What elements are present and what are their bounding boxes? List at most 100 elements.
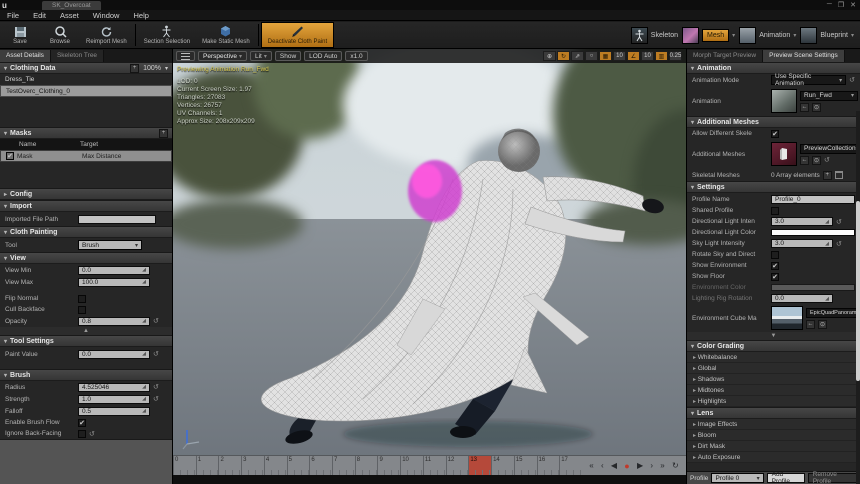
- reset-icon[interactable]: ↺: [153, 317, 159, 325]
- timeline-tick[interactable]: 5: [286, 456, 310, 475]
- show-environment-checkbox[interactable]: [771, 261, 779, 270]
- lens-row[interactable]: Bloom: [687, 430, 860, 441]
- transport-button[interactable]: ▶: [637, 461, 643, 471]
- browse-to-asset-icon[interactable]: ⊙: [812, 155, 821, 165]
- transport-button[interactable]: ◀: [611, 461, 617, 471]
- viewport-options-button[interactable]: [176, 51, 195, 61]
- timeline-tick[interactable]: 1: [195, 456, 219, 475]
- settings-section-header[interactable]: Settings: [687, 181, 860, 193]
- tab-asset-details[interactable]: Asset Details: [0, 50, 51, 62]
- browse-button[interactable]: Browse: [40, 22, 80, 48]
- menu-item[interactable]: Help: [126, 11, 155, 20]
- config-header[interactable]: Config: [0, 188, 172, 200]
- imported-file-path-field[interactable]: [78, 214, 156, 224]
- tool-dropdown[interactable]: Brush: [78, 240, 142, 250]
- maximize-button[interactable]: ❐: [838, 1, 844, 9]
- asset-nav-mesh[interactable]: Mesh ▾: [682, 27, 735, 44]
- lens-row[interactable]: Dirt Mask: [687, 441, 860, 452]
- perspective-button[interactable]: Perspective ▾: [198, 51, 247, 61]
- additional-meshes-dropdown[interactable]: PreviewCollection: [800, 143, 860, 154]
- menu-item[interactable]: Window: [86, 11, 127, 20]
- asset-nav-skeleton[interactable]: Skeleton: [630, 27, 678, 44]
- chevron-down-icon[interactable]: ▾: [851, 32, 854, 39]
- clothing-item[interactable]: Dress_Tie: [0, 74, 172, 85]
- reset-icon[interactable]: ↺: [824, 156, 830, 164]
- cloth-painting-header[interactable]: Cloth Painting: [0, 226, 172, 238]
- gizmo-button[interactable]: ⊕: [543, 51, 556, 61]
- timeline-tick[interactable]: 7: [332, 456, 355, 475]
- animation-asset-thumb[interactable]: [771, 89, 797, 113]
- timeline-tick[interactable]: 16: [536, 456, 560, 475]
- reset-icon[interactable]: ↺: [836, 240, 842, 248]
- timeline-tick[interactable]: 13: [468, 456, 492, 475]
- add-profile-button[interactable]: Add Profile: [766, 471, 805, 484]
- lod-auto-button[interactable]: LOD Auto: [304, 51, 343, 61]
- show-floor-checkbox[interactable]: [771, 272, 779, 281]
- color-grading-row[interactable]: Global: [687, 363, 860, 374]
- transport-button[interactable]: «: [589, 461, 593, 471]
- color-grading-row[interactable]: Shadows: [687, 374, 860, 385]
- timeline-tick[interactable]: 12: [445, 456, 469, 475]
- settings-expander[interactable]: ▼: [687, 332, 860, 340]
- close-button[interactable]: ✕: [850, 1, 856, 9]
- menu-item[interactable]: Asset: [53, 11, 86, 20]
- timeline-tick[interactable]: 4: [263, 456, 287, 475]
- screen-percentage-button[interactable]: x1.0: [345, 51, 368, 61]
- color-grading-section-header[interactable]: Color Grading: [687, 340, 860, 352]
- transport-button[interactable]: ›: [650, 461, 653, 471]
- timeline-tick[interactable]: 2: [218, 456, 242, 475]
- save-button[interactable]: Save: [0, 22, 40, 48]
- profile-dropdown[interactable]: Profile 0: [711, 473, 764, 483]
- right-panel-scrollbar[interactable]: [856, 111, 860, 484]
- view-expander[interactable]: ▲: [0, 327, 172, 335]
- gizmo-button[interactable]: ↻: [557, 51, 570, 61]
- asset-nav-animation[interactable]: Animation ▾: [739, 27, 796, 44]
- transport-button[interactable]: »: [660, 461, 664, 471]
- add-mask-icon[interactable]: +: [159, 128, 168, 138]
- masks-header[interactable]: Masks +: [0, 127, 172, 139]
- enable-brush-flow-checkbox[interactable]: [78, 418, 86, 427]
- timeline-tick[interactable]: 10: [400, 456, 423, 475]
- environment-cubemap-dropdown[interactable]: EpicQuadPanorama_C: [806, 307, 860, 318]
- browse-to-asset-icon[interactable]: ⊙: [812, 102, 821, 112]
- remove-profile-button[interactable]: Remove Profile: [807, 471, 857, 484]
- transport-button[interactable]: ●: [624, 461, 629, 471]
- view-header[interactable]: View: [0, 252, 172, 264]
- timeline-tick[interactable]: 3: [241, 456, 264, 475]
- reset-icon[interactable]: ↺: [89, 430, 95, 438]
- transport-button[interactable]: ↻: [672, 461, 679, 471]
- timeline-ticks[interactable]: 0 1 2 3 4 5 6 7 8 9 10 11 12 13 14 15 16 17: [173, 456, 582, 475]
- gizmo-button[interactable]: ○: [585, 51, 598, 61]
- allow-different-skeletons-checkbox[interactable]: [771, 129, 779, 138]
- reimport-mesh-button[interactable]: Reimport Mesh: [80, 22, 133, 48]
- tab-skeleton-tree[interactable]: Skeleton Tree: [50, 50, 105, 62]
- add-element-icon[interactable]: +: [822, 170, 832, 180]
- deactivate-cloth-paint-button[interactable]: Deactivate Cloth Paint: [260, 22, 335, 48]
- timeline-tick[interactable]: 15: [513, 456, 537, 475]
- gizmo-button[interactable]: ∠: [627, 51, 640, 61]
- reset-icon[interactable]: ↺: [153, 383, 159, 391]
- lens-row[interactable]: Image Effects: [687, 419, 860, 430]
- color-grading-row[interactable]: Whitebalance: [687, 352, 860, 363]
- flip-normal-checkbox[interactable]: [78, 294, 86, 303]
- lighting-rig-rotation-spinner[interactable]: 0.0: [771, 294, 833, 303]
- directional-light-intensity-spinner[interactable]: 3.0: [771, 217, 833, 226]
- trash-icon[interactable]: [834, 171, 843, 179]
- color-grading-row[interactable]: Midtones: [687, 385, 860, 396]
- ignore-backfacing-checkbox[interactable]: [78, 429, 86, 438]
- lit-mode-button[interactable]: Lit ▾: [249, 51, 272, 61]
- environment-cubemap-thumb[interactable]: [771, 306, 803, 330]
- view-min-spinner[interactable]: 0.0: [78, 265, 150, 275]
- clothing-zoom-value[interactable]: 100%: [143, 65, 161, 72]
- use-selected-icon[interactable]: ←: [806, 319, 815, 329]
- section-selection-button[interactable]: Section Selection: [138, 22, 196, 48]
- radius-spinner[interactable]: 4.525046: [78, 382, 150, 392]
- opacity-spinner[interactable]: 0.8: [78, 316, 150, 326]
- make-static-mesh-button[interactable]: Make Static Mesh: [196, 22, 256, 48]
- timeline-tick[interactable]: 6: [309, 456, 333, 475]
- lens-row[interactable]: Auto Exposure: [687, 452, 860, 463]
- chevron-down-icon[interactable]: ▾: [793, 32, 796, 39]
- gizmo-button[interactable]: ▥: [655, 51, 668, 61]
- shared-profile-checkbox[interactable]: [771, 206, 779, 215]
- import-header[interactable]: Import: [0, 200, 172, 212]
